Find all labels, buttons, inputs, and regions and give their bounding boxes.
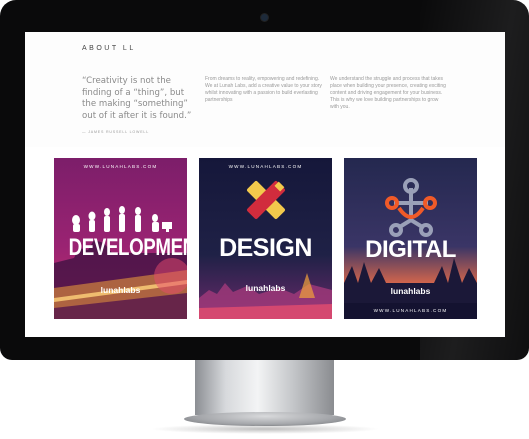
section-title: ABOUT LL: [82, 45, 136, 52]
tile-heading: DEVELOPMENT: [68, 234, 187, 261]
stand-shadow: [150, 424, 380, 434]
tile-heading: DIGITAL: [365, 236, 456, 263]
monitor-screen: ABOUT LL “Creativity is not the finding …: [25, 32, 505, 337]
tile-url: WWW.LUNAHLABS.COM: [373, 308, 448, 313]
tile-design[interactable]: WWW.LUNAHLABS.COM DESIGN lunahlabs: [199, 158, 332, 319]
tile-url: WWW.LUNAHLABS.COM: [228, 164, 303, 169]
lunahlabs-logo: lunahlabs: [245, 283, 286, 293]
about-column-2: We understand the struggle and process t…: [330, 76, 446, 110]
tile-development[interactable]: WWW.LUNAHLABS.COM DEVELOPMENT lunahlabs: [54, 158, 187, 319]
tile-digital[interactable]: DIGITAL lunahlabs WWW.LUNAHLABS.COM: [344, 158, 477, 319]
lunahlabs-logo: lunahlabs: [100, 285, 141, 295]
lunahlabs-logo: lunahlabs: [390, 286, 431, 296]
quote-author: — JAMES RUSSELL LOWELL: [82, 130, 149, 134]
tile-heading: DESIGN: [219, 234, 312, 262]
monitor-stand-neck: [195, 360, 334, 415]
tile-url: WWW.LUNAHLABS.COM: [83, 164, 158, 169]
quote-text: “Creativity is not the finding of a “thi…: [82, 76, 192, 121]
about-column-1: From dreams to reality, empowering and r…: [205, 76, 322, 103]
camera-icon: [261, 14, 268, 21]
